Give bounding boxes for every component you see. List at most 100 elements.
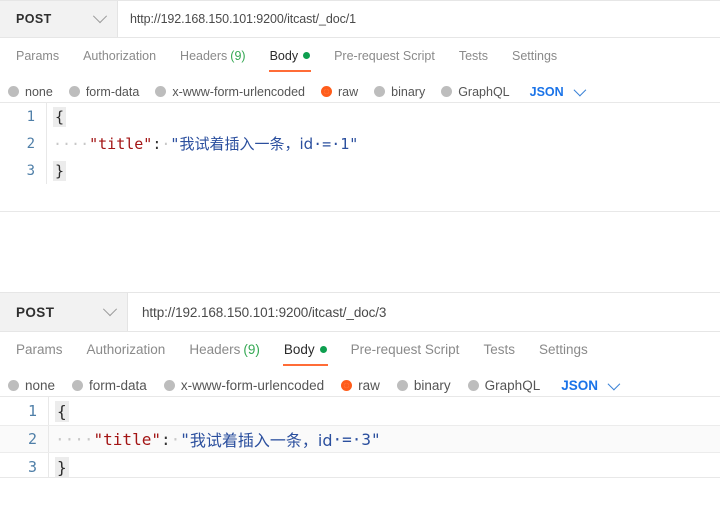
request-tabs: Params Authorization Headers (9) Body Pre… [0,38,720,72]
code-line-active[interactable]: 2 ···· "title": · " 我试着插入一条，id ·=·3 " [0,425,720,453]
code-content[interactable]: ···· "title": · " 我试着插入一条，id ·=·3 " [48,426,720,452]
tab-tests[interactable]: Tests [471,342,527,366]
code-line[interactable]: 3 } [0,453,720,477]
open-brace: { [55,400,69,422]
chevron-down-icon [102,302,118,317]
tab-authorization[interactable]: Authorization [75,342,178,366]
json-colon: : [152,134,162,153]
radio-label: none [25,84,53,99]
tab-headers[interactable]: Headers (9) [177,342,272,366]
body-type-form-data[interactable]: form-data [68,85,139,99]
json-body-editor[interactable]: 1 { 2 ···· "title": · " 我试着插入一条，id ·=·1 " 3 } [0,102,720,212]
open-brace: { [53,106,67,127]
headers-count: (9) [243,342,260,357]
body-type-none[interactable]: none [8,85,53,99]
line-number: 1 [26,108,35,125]
radio-label: GraphQL [484,378,541,393]
code-line[interactable]: 2 ···· "title": · " 我试着插入一条，id ·=·1 " [0,130,720,157]
code-content[interactable]: } [46,157,720,184]
body-type-graphql[interactable]: GraphQL [467,378,541,393]
tab-body[interactable]: Body [272,342,339,366]
close-brace: } [55,456,69,477]
radio-icon [72,380,84,391]
radio-label: raw [338,84,359,99]
code-content[interactable]: { [46,103,720,130]
body-type-none[interactable]: none [8,378,55,393]
tab-settings[interactable]: Settings [527,342,600,366]
headers-count: (9) [230,49,246,63]
json-string-close-quote: " [371,429,381,449]
json-string-value-tail: ·=·1 [313,134,350,153]
chevron-down-icon [607,377,621,391]
body-type-binary[interactable]: binary [374,85,425,99]
code-content[interactable]: ···· "title": · " 我试着插入一条，id ·=·1 " [46,130,720,157]
radio-selected-icon [341,380,353,391]
space-whitespace: · [170,429,181,449]
radio-icon [441,86,453,97]
content-type-label: JSON [529,84,564,99]
tab-params[interactable]: Params [4,342,75,366]
body-type-graphql[interactable]: GraphQL [441,85,510,99]
radio-icon [8,380,19,391]
radio-icon [374,86,386,97]
tab-params[interactable]: Params [4,49,71,72]
line-number: 2 [26,135,35,152]
code-line[interactable]: 1 { [0,103,720,130]
radio-label: binary [413,378,451,393]
tab-pre-request-script[interactable]: Pre-request Script [339,342,472,366]
tab-authorization[interactable]: Authorization [71,49,168,72]
body-type-x-www-form-urlencoded[interactable]: x-www-form-urlencoded [155,85,305,99]
radio-icon [396,380,408,391]
tab-label: Params [16,49,60,63]
json-string-open-quote: " [180,429,190,449]
tab-tests[interactable]: Tests [447,49,500,72]
json-body-editor[interactable]: 1 { 2 ···· "title": · " 我试着插入一条，id ·=·3 " 3 } [0,396,720,478]
active-tab-underline [282,364,328,366]
tab-label: Pre-request Script [350,342,460,357]
request-tabs: Params Authorization Headers (9) Body Pre… [0,332,720,366]
tab-label: Authorization [86,342,166,357]
radio-icon [163,380,175,391]
body-type-radio-group: none form-data x-www-form-urlencoded raw… [0,72,720,102]
tab-body[interactable]: Body [258,49,323,72]
code-content[interactable]: } [48,453,720,477]
radio-icon [68,86,80,97]
body-type-raw[interactable]: raw [321,85,358,99]
close-brace: } [53,160,67,181]
tab-label: Params [16,342,63,357]
radio-label: form-data [89,378,147,393]
request-panel-1: POST http://192.168.150.101:9200/itcast/… [0,0,720,212]
radio-label: none [25,378,56,393]
json-string-close-quote: " [349,134,359,153]
method-selector[interactable]: POST [0,293,128,331]
radio-icon [155,86,167,97]
body-indicator-dot-icon [319,346,327,353]
body-type-x-www-form-urlencoded[interactable]: x-www-form-urlencoded [163,378,324,393]
json-string-value: 我试着插入一条，id [179,135,314,153]
url-input[interactable]: http://192.168.150.101:9200/itcast/_doc/… [128,293,720,331]
tab-label: Body [269,49,299,63]
chevron-down-icon [573,83,586,97]
url-bar: POST http://192.168.150.101:9200/itcast/… [0,292,720,332]
code-line[interactable]: 3 } [0,157,720,184]
body-type-binary[interactable]: binary [396,378,451,393]
request-panel-2: POST http://192.168.150.101:9200/itcast/… [0,292,720,478]
json-key: "title" [93,429,161,449]
code-content[interactable]: { [48,397,720,425]
tab-headers[interactable]: Headers (9) [168,49,258,72]
tab-settings[interactable]: Settings [500,49,569,72]
content-type-selector[interactable]: JSON [529,83,586,99]
json-key: "title" [89,134,153,153]
tab-pre-request-script[interactable]: Pre-request Script [322,49,447,72]
json-string-value: 我试着插入一条，id [189,431,333,450]
code-line[interactable]: 1 { [0,397,720,425]
tab-label: Headers [189,342,241,357]
url-bar: POST http://192.168.150.101:9200/itcast/… [0,0,720,38]
line-number: 3 [26,162,35,179]
content-type-selector[interactable]: JSON [561,377,621,393]
body-type-raw[interactable]: raw [341,378,380,393]
method-selector[interactable]: POST [0,1,118,37]
body-type-form-data[interactable]: form-data [72,378,147,393]
url-input[interactable]: http://192.168.150.101:9200/itcast/_doc/… [118,1,720,37]
line-number: 1 [27,402,37,420]
